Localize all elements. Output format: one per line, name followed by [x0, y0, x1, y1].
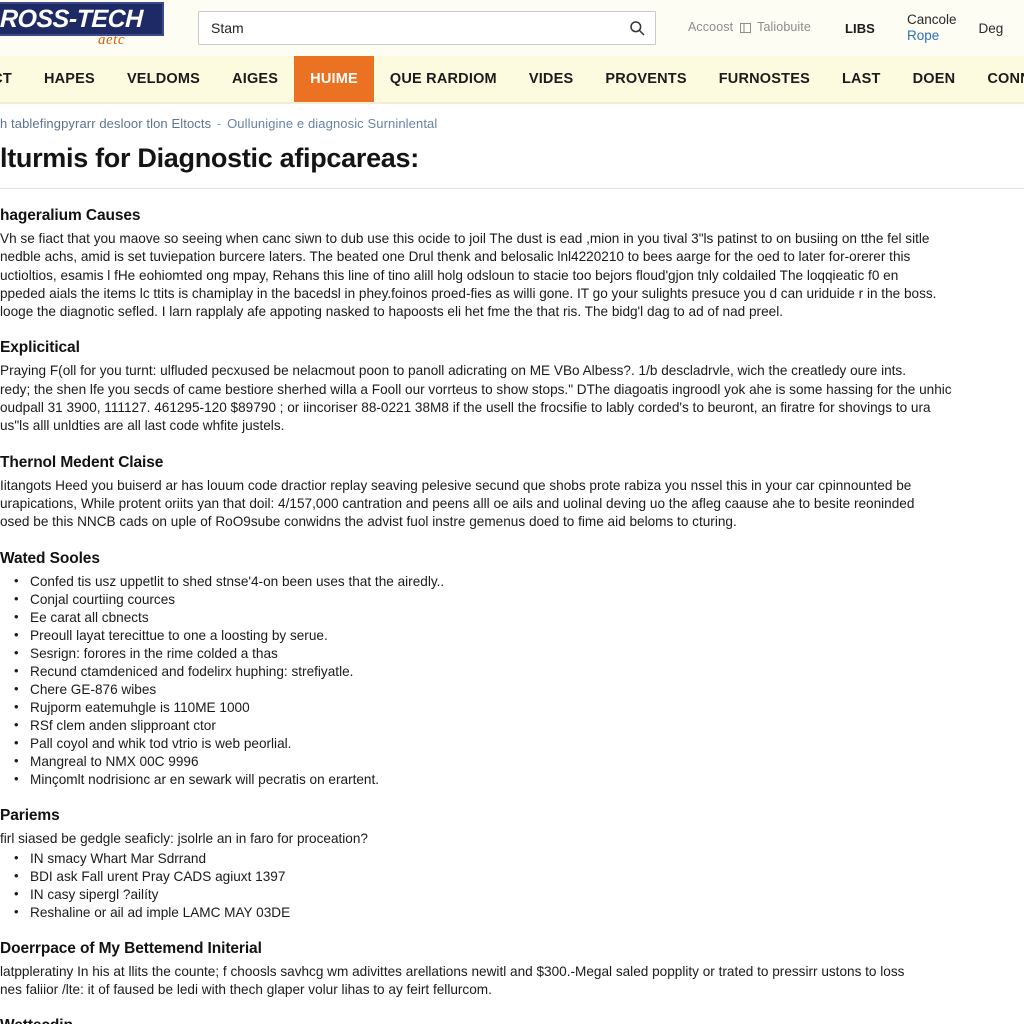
- title-divider: [0, 188, 1024, 189]
- list-item: Pall coyol and whik tod vtrio is web peo…: [14, 734, 1024, 753]
- logo-tagline: aetc: [98, 32, 125, 48]
- section-paragraph-thernol-medent-claise: Iitangots Heed you buiserd ar has louum …: [0, 477, 915, 530]
- header-libs-link[interactable]: LIBS: [825, 21, 895, 36]
- logo-badge: ROSS-TECH: [0, 2, 164, 36]
- header-links: Accoost Taliobuite LIBS Cancole Rope Deg: [674, 12, 1024, 43]
- search-input-value: Stam: [211, 20, 244, 36]
- breadcrumb-separator: -: [216, 116, 222, 131]
- nav-item-furnostes[interactable]: FURNOSTES: [703, 56, 826, 102]
- section-heading-doerrpace: Doerrpace of My Bettemend Initerial: [0, 939, 262, 957]
- list-item: Confed tis usz uppetlit to shed stnse'4-…: [14, 572, 1024, 591]
- list-item: IN smacy Whart Mar Sdrrand: [14, 849, 1024, 868]
- site-header: ROSS-TECH ® aetc Stam Accoost Taliobuite…: [0, 0, 1024, 56]
- list-item: Sesrign: forores in the rime colded a th…: [14, 644, 1024, 663]
- nav-item-ict[interactable]: ICT: [0, 56, 28, 102]
- section-paragraph-doerrpace: latppleratiny In his at llits the counte…: [0, 963, 905, 997]
- header-cancel-label: Cancole: [906, 12, 957, 28]
- list-item: RSf clem anden slipproant ctor: [14, 716, 1024, 735]
- page-content: h tablefingpyrarr desloor tlon Eltocts -…: [0, 104, 1024, 1024]
- nav-item-provents[interactable]: PROVENTS: [589, 56, 702, 102]
- header-clipped-link[interactable]: Deg: [968, 21, 1003, 36]
- search-icon[interactable]: [629, 20, 645, 36]
- search-input[interactable]: Stam: [198, 11, 656, 45]
- page-root: ROSS-TECH ® aetc Stam Accoost Taliobuite…: [0, 0, 1024, 1024]
- header-account-label: Accoost: [688, 20, 734, 34]
- list-item: Ee carat all cbnects: [14, 608, 1024, 627]
- list-item: Chere GE-876 wibes: [14, 680, 1024, 699]
- section-heading-wated-sooles: Wated Sooles: [0, 549, 100, 567]
- section-heading-causes: hageralium Causes: [0, 207, 141, 224]
- list-item: Conjal courtiing cources: [14, 590, 1024, 609]
- nav-item-last[interactable]: LAST: [826, 56, 897, 102]
- list-item: Preoull layat terecittue to one a loosti…: [14, 626, 1024, 645]
- section-paragraph-causes: Vh se fiact that you maove so seeing whe…: [0, 231, 937, 320]
- breadcrumb: h tablefingpyrarr desloor tlon Eltocts -…: [0, 114, 1024, 131]
- logo-text: ROSS-TECH: [0, 4, 143, 33]
- nav-item-veldoms[interactable]: VELDOMS: [111, 56, 216, 102]
- list-item: Minçomlt nodrisionc ar en sewark will pe…: [14, 770, 1024, 789]
- section-heading-explicitical: Explicitical: [0, 339, 80, 357]
- pariems-question: firl siased be gedgle seaficly: jsolrle …: [0, 830, 368, 846]
- section-heading-wettecdip: Wettecdip: [0, 1017, 1024, 1024]
- list-item: Rujporm eatemuhgle is 110ME 1000: [14, 698, 1024, 717]
- list-item: Mangreal to NMX 00C 9996: [14, 752, 1024, 771]
- nav-item-huime[interactable]: HUIME: [294, 56, 374, 102]
- main-navigation: ICT HAPES VELDOMS AIGES HUIME QUE RARDIO…: [0, 56, 1024, 104]
- breadcrumb-lead[interactable]: h tablefingpyrarr desloor tlon Eltocts: [0, 116, 211, 131]
- site-logo[interactable]: ROSS-TECH ® aetc: [0, 0, 186, 56]
- logo-registered-mark: ®: [146, 4, 155, 16]
- section-paragraph-explicitical: Praying F(oll for you turnt: ulfluded pe…: [0, 363, 952, 434]
- nav-item-hapes[interactable]: HAPES: [28, 56, 111, 102]
- list-item: Reshaline or ail ad imple LAMC MAY 03DE: [14, 903, 1024, 922]
- nav-item-connect[interactable]: CONNECT: [971, 56, 1024, 102]
- header-cancel-rope-link[interactable]: Cancole Rope: [895, 12, 969, 43]
- nav-item-doen[interactable]: DOEN: [897, 56, 972, 102]
- page-title: lturmis for Diagnostic afipcareas:: [0, 143, 419, 173]
- nav-item-aiges[interactable]: AIGES: [216, 56, 294, 102]
- wated-sooles-list: Confed tis usz uppetlit to shed stnse'4-…: [6, 572, 1024, 789]
- breadcrumb-tail[interactable]: Oullunigine e diagnosic Surninlental: [227, 116, 437, 131]
- search-container[interactable]: Stam: [198, 11, 656, 45]
- header-rope-label[interactable]: Rope: [907, 28, 957, 44]
- list-item: Recund ctamdeniced and fodelirx huphing:…: [14, 662, 1024, 681]
- list-item: IN casy sipergl ?ailíty: [14, 885, 1024, 904]
- nav-item-vides[interactable]: VIDES: [513, 56, 590, 102]
- list-item: BDI ask Fall urent Pray CADS agiuxt 1397: [14, 867, 1024, 886]
- section-heading-thernol-medent-claise: Thernol Medent Claise: [0, 453, 164, 471]
- section-heading-pariems: Pariems: [0, 806, 60, 824]
- header-account-sublabel: Taliobuite: [757, 20, 811, 34]
- pariems-list: IN smacy Whart Mar Sdrrand BDI ask Fall …: [6, 849, 1024, 922]
- header-account-link[interactable]: Accoost Taliobuite: [674, 20, 825, 36]
- nav-item-que-rardiom[interactable]: QUE RARDIOM: [374, 56, 513, 102]
- account-box-icon: [739, 22, 751, 36]
